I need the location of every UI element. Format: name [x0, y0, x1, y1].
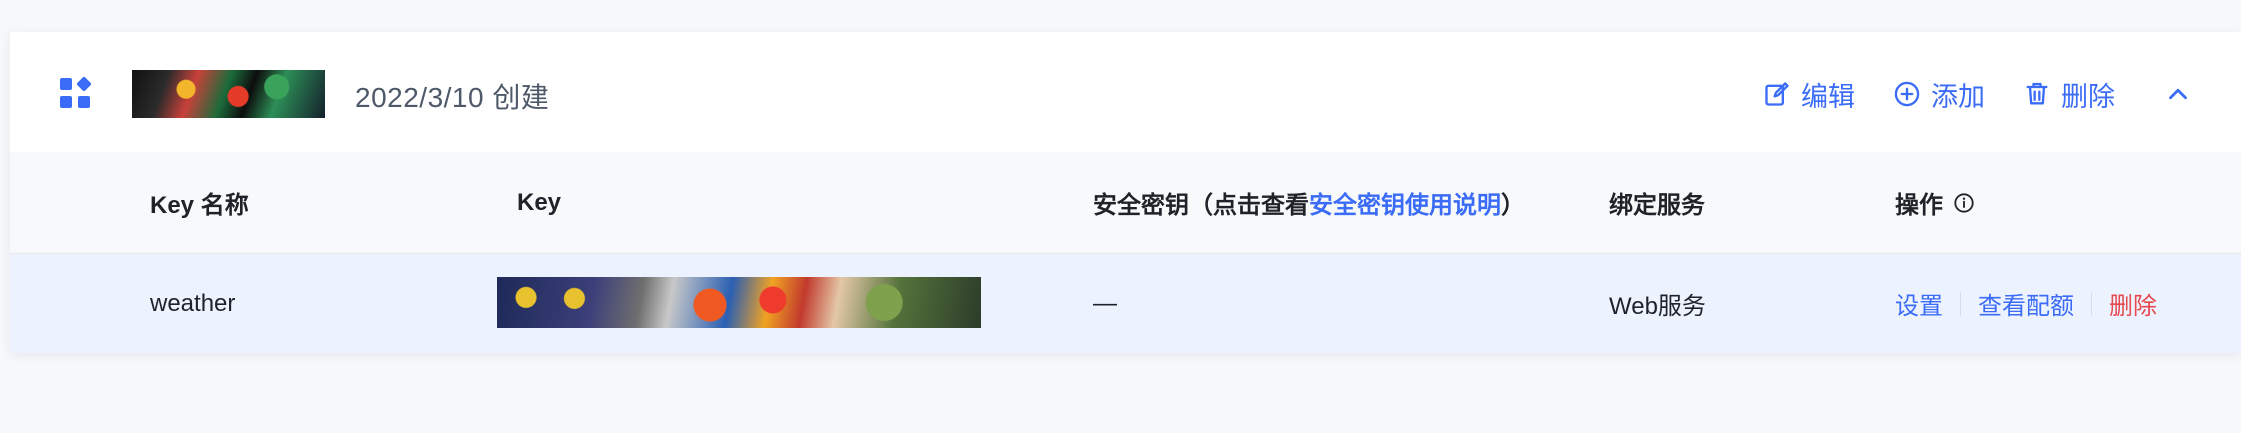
key-card: 2022/3/10 创建 编辑 添加 删除 Key 名称 Key 安全密钥（点击…: [10, 32, 2241, 353]
add-circle-icon: [1894, 81, 1920, 107]
settings-link[interactable]: 设置: [1895, 286, 1943, 321]
edit-icon: [1765, 82, 1789, 106]
card-header-actions: 编辑 添加 删除: [1763, 70, 2193, 118]
delete-button-label: 删除: [2061, 81, 2115, 112]
add-button[interactable]: 添加: [1893, 75, 1985, 114]
column-header-key: Key: [517, 188, 562, 216]
table-header: Key 名称 Key 安全密钥（点击查看 安全密钥使用说明 ） 绑定服务 操作: [10, 152, 2241, 254]
column-header-operations: 操作: [1895, 152, 1975, 253]
card-header: 2022/3/10 创建 编辑 添加 删除: [10, 32, 2241, 152]
delete-button[interactable]: 删除: [2023, 75, 2115, 114]
view-quota-link[interactable]: 查看配额: [1978, 286, 2074, 321]
edit-button[interactable]: 编辑: [1763, 75, 1855, 114]
apps-icon: [60, 77, 91, 108]
secret-key-help-link[interactable]: 安全密钥使用说明: [1309, 185, 1501, 220]
secret-key-header-suffix: ）: [1501, 192, 1525, 219]
secret-key-cell: —: [1093, 289, 1117, 317]
operations-header-label: 操作: [1895, 192, 1943, 219]
add-button-label: 添加: [1931, 81, 1985, 112]
row-actions: 设置 查看配额 删除: [1895, 286, 2157, 321]
service-cell: Web服务: [1609, 293, 1706, 320]
column-header-secret-key: 安全密钥（点击查看 安全密钥使用说明 ）: [1093, 152, 1525, 253]
divider: [2091, 291, 2092, 316]
chevron-up-icon[interactable]: [2163, 79, 2193, 109]
delete-row-link[interactable]: 删除: [2109, 286, 2157, 321]
key-name-cell: weather: [150, 289, 236, 317]
edit-button-label: 编辑: [1801, 81, 1855, 112]
info-icon[interactable]: [1953, 192, 1975, 214]
table-row: weather — Web服务 设置 查看配额 删除: [10, 254, 2241, 353]
keys-table: Key 名称 Key 安全密钥（点击查看 安全密钥使用说明 ） 绑定服务 操作 …: [10, 152, 2241, 353]
operations-cell: 设置 查看配额 删除: [1895, 254, 2157, 353]
divider: [1960, 291, 1961, 316]
trash-icon: [2026, 82, 2048, 105]
secret-key-header-prefix: 安全密钥（点击查看: [1093, 192, 1309, 219]
redacted-key-value: [497, 277, 981, 328]
created-date: 2022/3/10 创建: [355, 82, 550, 113]
column-header-key-name: Key 名称: [150, 192, 249, 219]
redacted-app-thumbnail: [132, 70, 325, 118]
column-header-service: 绑定服务: [1609, 192, 1705, 219]
